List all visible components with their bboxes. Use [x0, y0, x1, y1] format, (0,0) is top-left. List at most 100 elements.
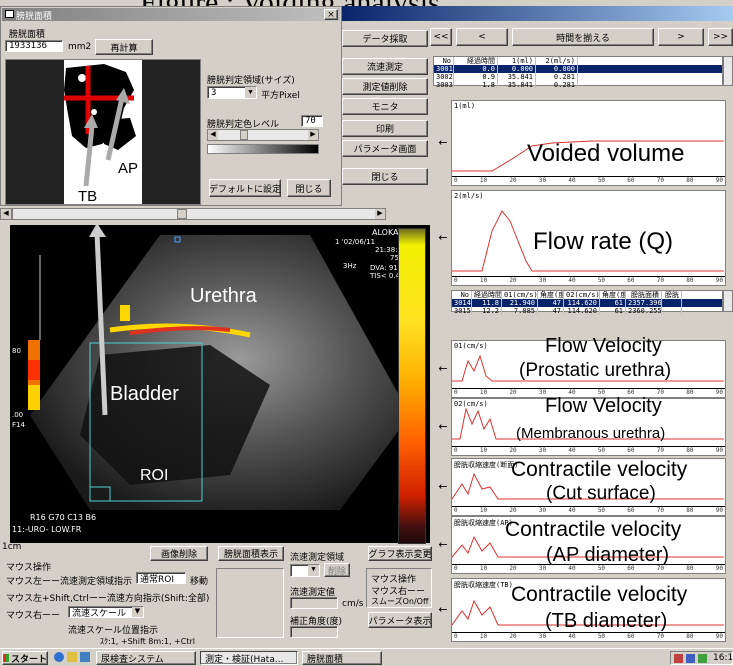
column-header[interactable]: No — [434, 57, 454, 65]
chevron-down-icon[interactable]: ▼ — [132, 607, 143, 617]
chevron-down-icon[interactable]: ▼ — [308, 565, 319, 576]
roi-label: ROI — [140, 467, 169, 484]
angle-field[interactable] — [290, 626, 338, 638]
table-row[interactable]: 3014 11.8 21.940 47 114.620 61 2357.396 — [452, 299, 722, 307]
table1-scrollbar[interactable] — [723, 56, 733, 86]
op3-label: マウス右ーー — [6, 611, 61, 621]
table-cell: 3015 — [454, 307, 472, 315]
start-button[interactable]: スタート — [2, 651, 48, 665]
middle-button-3[interactable]: モニタ — [342, 98, 428, 115]
table-volume-flow[interactable]: No 経過時間 1(ml) 2(ml/s) 3001 0.0 0.000 0.000 3002 0… — [433, 56, 723, 89]
plot-left-arrow-icon[interactable]: ← — [436, 420, 450, 433]
tray-network-icon[interactable] — [698, 654, 707, 663]
middle-button-0[interactable]: データ採取 — [342, 30, 428, 47]
chevron-down-icon[interactable]: ▼ — [245, 87, 256, 98]
taskbar-item-system[interactable]: 尿検査システム — [96, 651, 196, 665]
axis-tick-label: 80 — [686, 633, 694, 640]
plot-left-arrow-icon[interactable]: ← — [436, 538, 450, 551]
tray-volume-icon[interactable] — [686, 654, 695, 663]
table-cell: 47 — [538, 307, 564, 315]
plot-left-arrow-icon[interactable]: ← — [436, 480, 450, 493]
nav-first-button[interactable]: << — [430, 28, 452, 46]
slider-right-arrow[interactable]: ▶ — [308, 130, 318, 140]
plot-left-arrow-icon[interactable]: ← — [436, 603, 450, 616]
plot-left-arrow-icon[interactable]: ← — [436, 136, 450, 149]
op3-select-value: 流速スケール — [72, 608, 127, 619]
column-header[interactable]: 1(ml) — [498, 57, 536, 65]
flow-region-delete-button[interactable]: 削除 — [324, 563, 350, 577]
table-cell: 3001 — [436, 65, 454, 73]
table-header: No経過時間01(cm/s)角度(度)02(cm/s)角度(度)膀胱面積膀胱 — [452, 291, 722, 299]
area-value-field[interactable]: 1933136 — [5, 40, 63, 52]
table-row[interactable]: 3001 0.0 0.000 0.000 — [434, 65, 722, 73]
bladder-area-show-button[interactable]: 膀胱面積表示 — [218, 546, 284, 561]
table-cell — [662, 307, 682, 315]
middle-button-5[interactable]: パラメータ画面 — [342, 140, 428, 157]
column-header[interactable]: 膀胱 — [662, 291, 682, 299]
flow-region-select[interactable]: ▼ — [290, 564, 320, 577]
taskbar-item-measure[interactable]: 測定・検証(Hata... — [200, 651, 298, 665]
ultrasound-image[interactable]: ALOKA 1 '02/06/11 21:38:49 75 3Hz DVA: 9… — [10, 225, 430, 543]
table-row[interactable]: 3003 1.8 35.841 0.281 — [434, 81, 722, 89]
middle-button-2[interactable]: 測定値削除 — [342, 78, 428, 95]
graph-toggle-button[interactable]: グラフ表示変更 — [368, 546, 432, 561]
column-header[interactable]: 膀胱面積 — [626, 291, 662, 299]
color-level-field[interactable]: 70 — [301, 115, 323, 127]
image-delete-button[interactable]: 画像削除 — [150, 546, 208, 561]
param-show-button[interactable]: パラメータ表示 — [368, 612, 432, 628]
axis-tick-label: 60 — [627, 277, 635, 284]
nav-prev-button[interactable]: < — [456, 28, 508, 46]
align-time-button[interactable]: 時間を揃える — [512, 28, 654, 46]
image-horizontal-scrollbar[interactable]: ▶ — [12, 208, 386, 220]
hscroll-thumb[interactable] — [177, 209, 187, 219]
dialog-close-button[interactable]: × — [324, 9, 338, 20]
hscroll-right-arrow[interactable]: ▶ — [375, 209, 385, 219]
column-header[interactable]: 角度(度) — [538, 291, 564, 299]
recalculate-button[interactable]: 再計算 — [95, 39, 153, 55]
quicklaunch-outlook-icon[interactable] — [67, 652, 77, 662]
size-select[interactable]: 3 ▼ — [207, 86, 257, 99]
taskbar-item-bladder[interactable]: 膀胱面積 — [302, 651, 382, 665]
table2-scrollbar[interactable] — [723, 290, 733, 312]
flow-value-field[interactable] — [290, 597, 338, 609]
tray-ime-icon[interactable] — [674, 654, 683, 663]
column-header[interactable]: No — [452, 291, 472, 299]
op1-select[interactable]: 通常ROI — [136, 572, 186, 585]
mouse-op-box-line3: スムーズOn/Off — [371, 597, 429, 606]
column-header[interactable]: 経過時間 — [454, 57, 498, 65]
table-cell: 0.000 — [536, 65, 578, 73]
column-header[interactable]: 経過時間 — [472, 291, 502, 299]
default-button[interactable]: デフォルトに設定 — [209, 179, 281, 197]
slider-left-arrow[interactable]: ◀ — [208, 130, 218, 140]
contractile-ap-line1: Contractile velocity — [505, 518, 682, 541]
middle-button-6[interactable]: 閉じる — [342, 168, 428, 185]
table-cell: 7.885 — [502, 307, 538, 315]
table-velocity[interactable]: No経過時間01(cm/s)角度(度)02(cm/s)角度(度)膀胱面積膀胱30… — [451, 290, 723, 315]
axis-tick-label: 60 — [627, 507, 635, 514]
contractile-tb-line1: Contractile velocity — [511, 583, 688, 606]
op3-select[interactable]: 流速スケール ▼ — [68, 606, 144, 619]
plot-left-arrow-icon[interactable]: ← — [436, 231, 450, 244]
hscroll-left-arrow[interactable]: ◀ — [0, 208, 12, 220]
column-header[interactable]: 02(cm/s) — [564, 291, 600, 299]
axis-tick-label: 60 — [627, 447, 635, 454]
op1-suffix: 移動 — [190, 577, 209, 587]
color-level-slider[interactable]: ◀ ▶ — [207, 129, 319, 141]
nav-next-button[interactable]: > — [658, 28, 704, 46]
contractile-cut-line1: Contractile velocity — [511, 458, 688, 481]
middle-button-4[interactable]: 印刷 — [342, 120, 428, 137]
axis-tick-label: 10 — [479, 389, 488, 396]
table-row[interactable]: 3015 12.2 7.885 47 114.620 61 2360.255 — [452, 307, 722, 315]
plot-left-arrow-icon[interactable]: ← — [436, 362, 450, 375]
dialog-close-text-button[interactable]: 閉じる — [287, 179, 331, 197]
column-header[interactable]: 2(ml/s) — [536, 57, 578, 65]
quicklaunch-desktop-icon[interactable] — [80, 652, 90, 662]
op1-label: マウス左ーー流速測定領域指示 — [6, 577, 133, 587]
middle-button-1[interactable]: 流速測定 — [342, 58, 428, 75]
quicklaunch-ie-icon[interactable] — [54, 652, 64, 662]
table-row[interactable]: 3002 0.9 35.841 0.281 — [434, 73, 722, 81]
column-header[interactable]: 01(cm/s) — [502, 291, 538, 299]
slider-thumb[interactable] — [240, 130, 248, 140]
nav-last-button[interactable]: >> — [708, 28, 733, 46]
column-header[interactable]: 角度(度) — [600, 291, 626, 299]
